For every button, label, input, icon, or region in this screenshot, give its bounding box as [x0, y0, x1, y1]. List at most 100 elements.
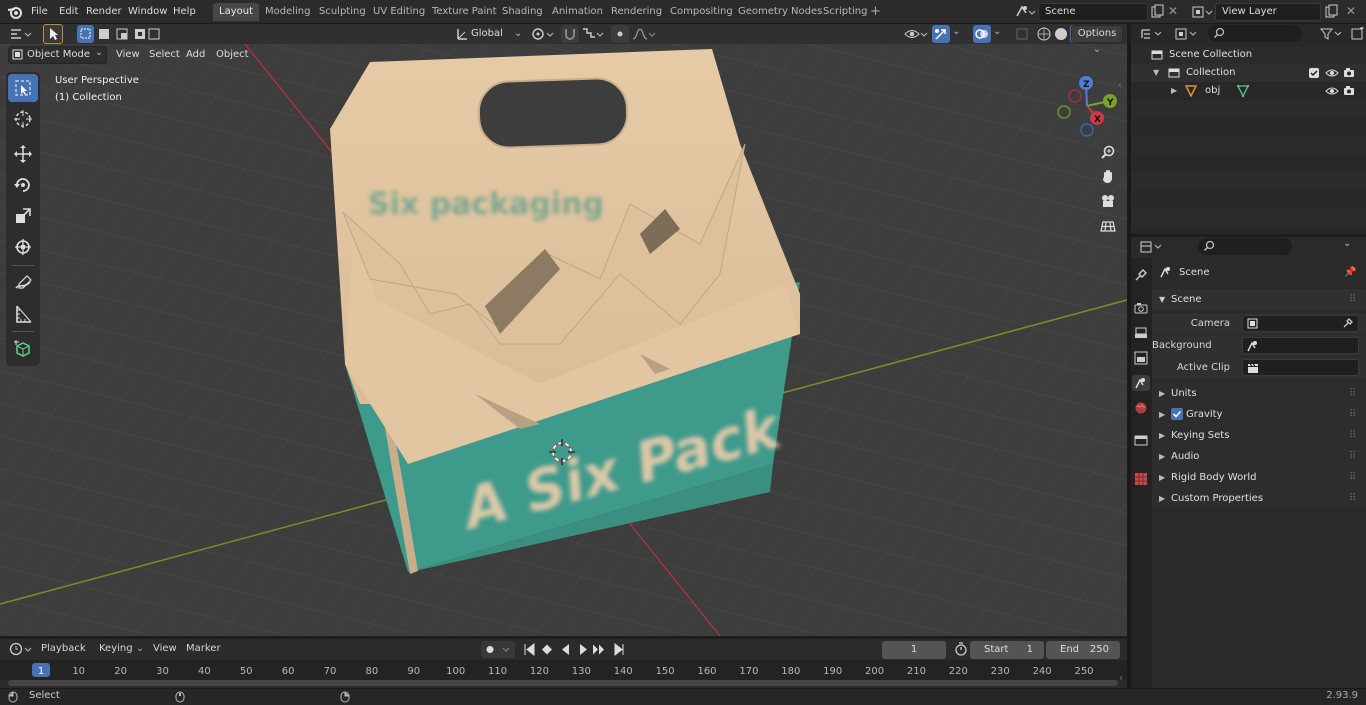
mesh-data-icon[interactable] [1237, 85, 1249, 97]
drag-handle-icon[interactable]: ⠿ [1349, 467, 1356, 488]
exclude-checkbox[interactable] [1309, 68, 1319, 78]
scene-field[interactable]: Scene [1038, 3, 1148, 21]
tab-modeling[interactable]: Modeling [259, 3, 317, 21]
pivot-point-icon[interactable] [530, 26, 556, 42]
blender-logo-icon[interactable] [7, 4, 23, 20]
menu-help[interactable]: Help [170, 4, 199, 20]
close-view-layer-icon[interactable]: ✕ [1346, 4, 1356, 18]
navigation-gizmo[interactable]: Z Y X [1052, 74, 1122, 139]
camera-view-icon[interactable] [1097, 190, 1119, 212]
collection-tab-icon[interactable] [1133, 432, 1149, 448]
tab-shading[interactable]: Shading [496, 3, 549, 21]
timeline-view-menu[interactable]: View [153, 641, 177, 657]
viewport-menu-view[interactable]: View [113, 47, 143, 63]
tab-layout[interactable]: Layout [213, 3, 259, 21]
drag-handle-icon[interactable]: ⠿ [1349, 383, 1356, 404]
select-tool-icon[interactable] [43, 24, 63, 44]
units-panel-header[interactable]: ▶ Units ⠿ [1152, 383, 1366, 404]
pin-icon[interactable]: 📌 [1344, 262, 1356, 283]
eye-icon[interactable] [1325, 67, 1339, 79]
gizmo-dropdown-icon[interactable]: ⌄ [952, 26, 960, 37]
keying-sets-panel-header[interactable]: ▶ Keying Sets ⠿ [1152, 425, 1366, 446]
editor-type-icon[interactable] [8, 26, 34, 42]
tab-geometry-nodes[interactable]: Geometry Nodes [732, 3, 828, 21]
rigid-body-world-panel-header[interactable]: ▶ Rigid Body World ⠿ [1152, 467, 1366, 488]
xray-icon[interactable] [1014, 26, 1030, 42]
gravity-checkbox[interactable] [1171, 408, 1183, 420]
outliner-row-scene-collection[interactable]: Scene Collection [1131, 46, 1366, 64]
camera-render-icon[interactable] [1343, 85, 1355, 97]
visibility-icon[interactable] [903, 26, 929, 42]
timeline-sidebar-toggle-icon[interactable]: ‹ [1119, 673, 1123, 684]
tool-tab-icon[interactable] [1133, 267, 1149, 283]
transform-tool[interactable] [8, 233, 38, 261]
scene-section-header[interactable]: ▼ Scene ⠿ [1152, 289, 1366, 310]
display-mode-icon[interactable] [1174, 27, 1202, 41]
ortho-grid-icon[interactable] [1097, 215, 1119, 237]
texture-tab-icon[interactable] [1133, 471, 1149, 487]
view-layer-tab-icon[interactable] [1133, 350, 1149, 366]
eyedropper-icon[interactable] [1342, 317, 1354, 329]
selection-mode-icons[interactable] [77, 25, 163, 43]
menu-edit[interactable]: Edit [56, 4, 81, 20]
tab-scripting[interactable]: Scripting [817, 3, 873, 21]
stopwatch-icon[interactable] [954, 642, 968, 656]
tab-rendering[interactable]: Rendering [605, 3, 668, 21]
output-tab-icon[interactable] [1133, 325, 1149, 341]
copy-view-layer-icon[interactable] [1324, 4, 1338, 20]
sidebar-toggle-icon[interactable]: ‹ [1118, 80, 1122, 91]
auto-keying-button[interactable] [481, 641, 515, 658]
timeline-editor-icon[interactable] [8, 641, 36, 657]
view-layer-field[interactable]: View Layer [1215, 3, 1321, 21]
camera-render-icon[interactable] [1343, 67, 1355, 79]
pan-view-icon[interactable] [1097, 165, 1119, 187]
gravity-panel-header[interactable]: ▶ Gravity ⠿ [1152, 404, 1366, 425]
keying-menu[interactable]: Keying ⌄ [99, 641, 147, 657]
annotate-tool[interactable] [8, 269, 38, 297]
snap-toggle-icon[interactable] [561, 25, 579, 43]
drag-handle-icon[interactable]: ⠿ [1349, 289, 1356, 310]
scale-tool[interactable] [8, 202, 38, 230]
outliner-row-collection[interactable]: ▼ Collection [1131, 64, 1366, 82]
eye-icon[interactable] [1325, 85, 1339, 97]
playback-controls[interactable] [522, 641, 630, 658]
options-button[interactable]: Options ⌄ [1071, 25, 1123, 55]
gizmo-toggle-icon[interactable] [932, 25, 950, 43]
tab-uv-editing[interactable]: UV Editing [367, 3, 431, 21]
viewport-menu-add[interactable]: Add [183, 47, 208, 63]
scene-icon[interactable] [1014, 4, 1036, 20]
active-clip-field[interactable] [1242, 359, 1359, 376]
tab-texture-paint[interactable]: Texture Paint [426, 3, 503, 21]
outliner-editor-icon[interactable] [1139, 27, 1167, 41]
copy-scene-icon[interactable] [1150, 4, 1164, 20]
menu-render[interactable]: Render [83, 4, 125, 20]
camera-field[interactable] [1242, 315, 1359, 332]
audio-panel-header[interactable]: ▶ Audio ⠿ [1152, 446, 1366, 467]
rotate-tool[interactable] [8, 171, 38, 199]
proportional-edit-icon[interactable] [611, 25, 629, 43]
outliner-row-obj[interactable]: ▶ obj [1131, 82, 1366, 100]
world-tab-icon[interactable] [1133, 400, 1149, 416]
tab-sculpting[interactable]: Sculpting [313, 3, 372, 21]
playback-menu[interactable]: Playback ⌄ [41, 641, 97, 670]
drag-handle-icon[interactable]: ⠿ [1349, 446, 1356, 467]
current-frame-field[interactable]: 1 [882, 641, 946, 659]
scene-tab-icon[interactable] [1132, 375, 1150, 391]
properties-options-dropdown-icon[interactable]: ⌄ [1343, 238, 1351, 249]
render-tab-icon[interactable] [1133, 300, 1149, 316]
expand-arrow-icon[interactable]: ▼ [1153, 64, 1159, 82]
overlays-dropdown-icon[interactable]: ⌄ [993, 26, 1001, 37]
viewport-menu-select[interactable]: Select [146, 47, 183, 63]
background-scene-field[interactable] [1242, 337, 1359, 354]
drag-handle-icon[interactable]: ⠿ [1349, 404, 1356, 425]
view-layer-icon[interactable] [1191, 4, 1213, 20]
menu-window[interactable]: Window [125, 4, 170, 20]
add-cube-tool[interactable] [8, 335, 38, 363]
cursor-tool[interactable] [8, 105, 38, 133]
close-scene-icon[interactable]: ✕ [1168, 4, 1178, 18]
select-box-tool[interactable] [8, 74, 38, 102]
measure-tool[interactable] [8, 300, 38, 328]
add-workspace-icon[interactable]: + [870, 5, 881, 19]
object-mode-dropdown[interactable]: Object Mode ⌄ [8, 46, 107, 64]
new-collection-icon[interactable] [1351, 27, 1365, 41]
